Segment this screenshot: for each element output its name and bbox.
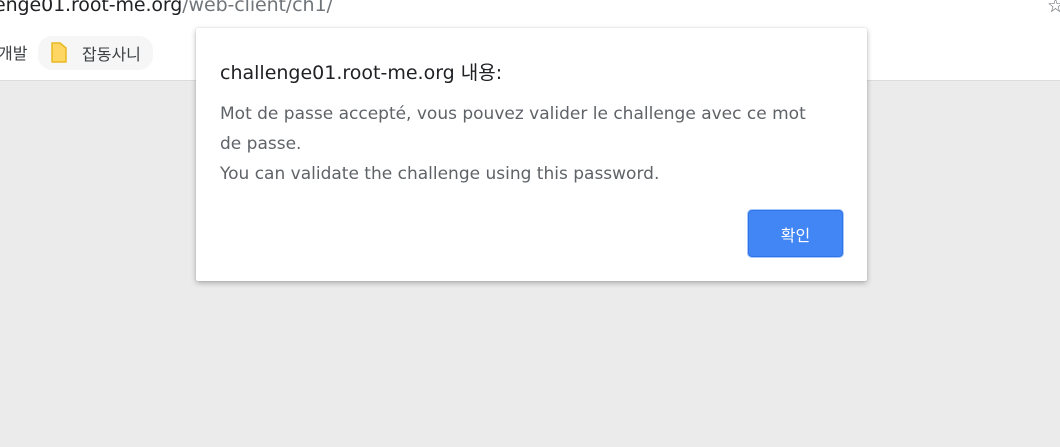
- dialog-message: Mot de passe accepté, vous pouvez valide…: [220, 99, 850, 189]
- bookmark-folder[interactable]: 잡동사니: [38, 36, 153, 70]
- address-bar[interactable]: enge01.root-me.org/web-client/ch1/ ☆: [0, 0, 1060, 28]
- dialog-message-line: Mot de passe accepté, vous pouvez valide…: [220, 104, 806, 124]
- bookmark-item-partial[interactable]: 개발: [0, 40, 27, 64]
- dialog-message-line: de passe.: [220, 134, 302, 154]
- bookmark-folder-label: 잡동사니: [82, 45, 141, 64]
- dialog-message-line: You can validate the challenge using thi…: [220, 164, 660, 184]
- url-path: /web-client/ch1/: [182, 0, 333, 16]
- ok-button-label: 확인: [780, 225, 811, 245]
- url-host: enge01.root-me.org: [0, 0, 183, 16]
- alert-dialog: challenge01.root-me.org 내용: Mot de passe…: [196, 28, 867, 281]
- dialog-title: challenge01.root-me.org 내용:: [220, 62, 503, 84]
- star-icon[interactable]: ☆: [1047, 0, 1060, 17]
- ok-button[interactable]: 확인: [748, 210, 843, 257]
- url-text[interactable]: enge01.root-me.org/web-client/ch1/: [0, 0, 333, 16]
- folder-icon: [50, 42, 68, 64]
